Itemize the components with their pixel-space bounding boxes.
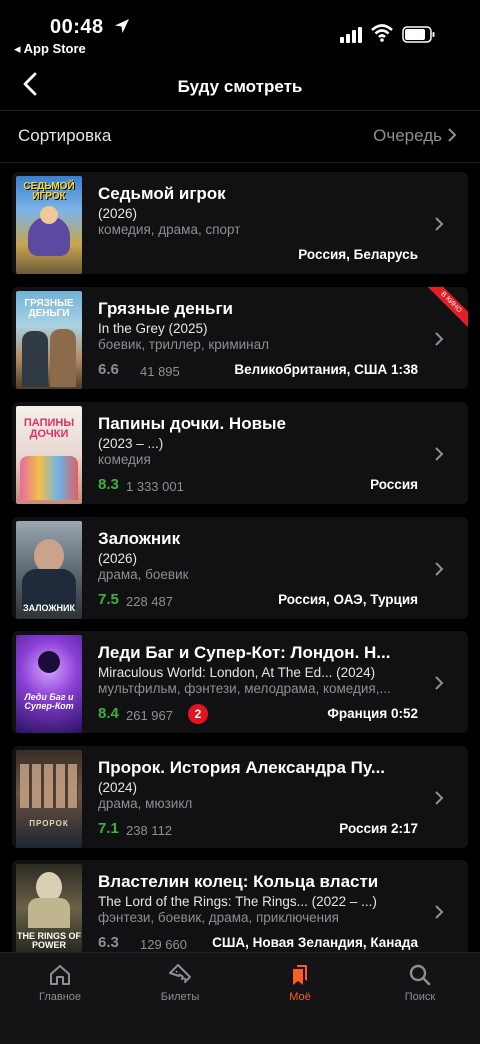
poster-title: ЗАЛОЖНИК — [22, 603, 76, 613]
poster-title: ПАПИНЫ ДОЧКИ — [23, 417, 75, 440]
poster-title: ПРОРОК — [29, 819, 69, 828]
status-bar: 00:48 ◂ App Store — [0, 0, 480, 60]
movie-genres: драма, боевик — [98, 567, 189, 582]
movie-genres: боевик, триллер, криминал — [98, 337, 269, 352]
movie-country: Великобритания, США 1:38 — [234, 362, 418, 377]
bookmarks-icon — [293, 965, 307, 985]
tab-home[interactable]: Главное — [0, 953, 120, 1013]
movie-genres: мультфильм, фэнтези, мелодрама, комедия,… — [98, 681, 391, 696]
movie-card[interactable]: ПАПИНЫ ДОЧКИ Папины дочки. Новые (2023 –… — [12, 402, 468, 504]
wifi-icon — [371, 24, 393, 42]
home-icon — [50, 965, 70, 985]
movie-card[interactable]: Леди Баг и Супер-Кот Леди Баг и Супер-Ко… — [12, 631, 468, 733]
poster-title: ГРЯЗНЫЕ ДЕНЬГИ — [24, 298, 74, 319]
chevron-right-icon — [435, 217, 444, 231]
movie-card[interactable]: ЗАЛОЖНИК Заложник (2026) драма, боевик 7… — [12, 517, 468, 619]
poster-title: Леди Баг и Супер-Кот — [24, 692, 74, 711]
chevron-right-icon — [435, 332, 444, 346]
movie-poster: THE RINGS OF POWER — [16, 864, 82, 952]
movie-poster: Леди Баг и Супер-Кот — [16, 635, 82, 733]
movie-votes: 129 660 — [140, 937, 187, 952]
tab-search[interactable]: Поиск — [360, 953, 480, 1013]
navigation-bar: Буду смотреть — [0, 60, 480, 111]
movie-genres: фэнтези, боевик, драма, приключения — [98, 910, 339, 925]
chevron-right-icon — [435, 562, 444, 576]
movie-card[interactable]: ГРЯЗНЫЕ ДЕНЬГИ В КИНО Грязные деньги In … — [12, 287, 468, 389]
movie-subtitle: (2023 – ...) — [98, 436, 164, 451]
movie-title: Седьмой игрок — [98, 184, 226, 203]
movie-poster: ГРЯЗНЫЕ ДЕНЬГИ — [16, 291, 82, 389]
watchlist: СЕДЬМОЙ ИГРОК Седьмой игрок (2026) комед… — [0, 162, 480, 952]
movie-votes: 41 895 — [140, 364, 180, 379]
chevron-right-icon — [435, 791, 444, 805]
tab-mine[interactable]: Моё — [240, 953, 360, 1013]
movie-rating: 6.6 — [98, 361, 119, 378]
back-to-app-store[interactable]: ◂ App Store — [14, 41, 86, 57]
movie-card[interactable]: ПРОРОК Пророк. История Александра Пу... … — [12, 746, 468, 848]
movie-title: Заложник — [98, 529, 181, 548]
movie-votes: 1 333 001 — [126, 479, 184, 494]
movie-poster: ПРОРОК — [16, 750, 82, 848]
movie-subtitle: (2024) — [98, 780, 138, 795]
tab-bar: Главное Билеты Моё Поиск — [0, 952, 480, 1044]
sort-value[interactable]: Очередь — [373, 126, 442, 146]
movie-country: Франция 0:52 — [327, 706, 418, 721]
status-time: 00:48 — [50, 16, 104, 38]
movie-poster: СЕДЬМОЙ ИГРОК — [16, 176, 82, 274]
chevron-right-icon — [448, 128, 457, 142]
movie-country: Россия — [370, 477, 418, 492]
movie-title: Грязные деньги — [98, 299, 233, 318]
sort-label: Сортировка — [18, 126, 112, 145]
movie-country: Россия, Беларусь — [298, 247, 418, 262]
chevron-right-icon — [435, 676, 444, 690]
movie-genres: драма, мюзикл — [98, 796, 193, 811]
page-title: Буду смотреть — [177, 77, 303, 96]
movie-country: Россия, ОАЭ, Турция — [278, 592, 418, 607]
movie-subtitle: (2026) — [98, 551, 138, 566]
movie-rating: 7.5 — [98, 591, 119, 608]
movie-title: Папины дочки. Новые — [98, 414, 287, 433]
movie-card[interactable]: СЕДЬМОЙ ИГРОК Седьмой игрок (2026) комед… — [12, 172, 468, 274]
movie-subtitle: The Lord of the Rings: The Rings... (202… — [98, 894, 377, 909]
movie-votes: 238 112 — [126, 823, 173, 838]
tab-label: Главное — [38, 991, 82, 1003]
location-arrow-icon — [115, 19, 129, 33]
movie-title: Леди Баг и Супер-Кот: Лондон. Н... — [98, 643, 391, 662]
chevron-right-icon — [435, 447, 444, 461]
chevron-right-icon — [435, 905, 444, 919]
poster-title: СЕДЬМОЙ ИГРОК — [23, 181, 75, 202]
movie-country: Россия 2:17 — [339, 821, 418, 836]
in-cinema-ribbon: В КИНО — [428, 287, 468, 327]
movie-votes: 261 967 — [126, 708, 173, 723]
movie-subtitle: (2026) — [98, 206, 138, 221]
movie-poster: ЗАЛОЖНИК — [16, 521, 82, 619]
movie-subtitle: Miraculous World: London, At The Ed... (… — [98, 665, 376, 680]
movie-title: Пророк. История Александра Пу... — [98, 758, 386, 777]
search-icon — [409, 964, 431, 986]
movie-rating: 8.3 — [98, 476, 119, 493]
movie-subtitle: In the Grey (2025) — [98, 321, 208, 336]
sort-row[interactable]: Сортировка Очередь — [0, 110, 480, 163]
ticket-icon — [169, 964, 191, 983]
tab-tickets[interactable]: Билеты — [120, 953, 240, 1013]
notification-badge: 2 — [188, 704, 208, 724]
movie-title: Властелин колец: Кольца власти — [98, 872, 379, 891]
tab-label: Моё — [289, 991, 311, 1003]
movie-card[interactable]: THE RINGS OF POWER Властелин колец: Коль… — [12, 860, 468, 952]
poster-title: THE RINGS OF POWER — [16, 931, 81, 950]
tab-label: Билеты — [160, 991, 200, 1003]
movie-rating: 6.3 — [98, 934, 119, 951]
movie-poster: ПАПИНЫ ДОЧКИ — [16, 406, 82, 504]
movie-country: США, Новая Зеландия, Канада — [212, 935, 418, 950]
movie-genres: комедия — [98, 452, 151, 467]
cellular-signal-icon — [340, 27, 362, 43]
movie-rating: 7.1 — [98, 820, 119, 837]
movie-genres: комедия, драма, спорт — [98, 222, 241, 237]
movie-rating: 8.4 — [98, 705, 119, 722]
movie-votes: 228 487 — [126, 594, 173, 609]
tab-label: Поиск — [404, 991, 436, 1003]
battery-icon — [402, 26, 435, 43]
